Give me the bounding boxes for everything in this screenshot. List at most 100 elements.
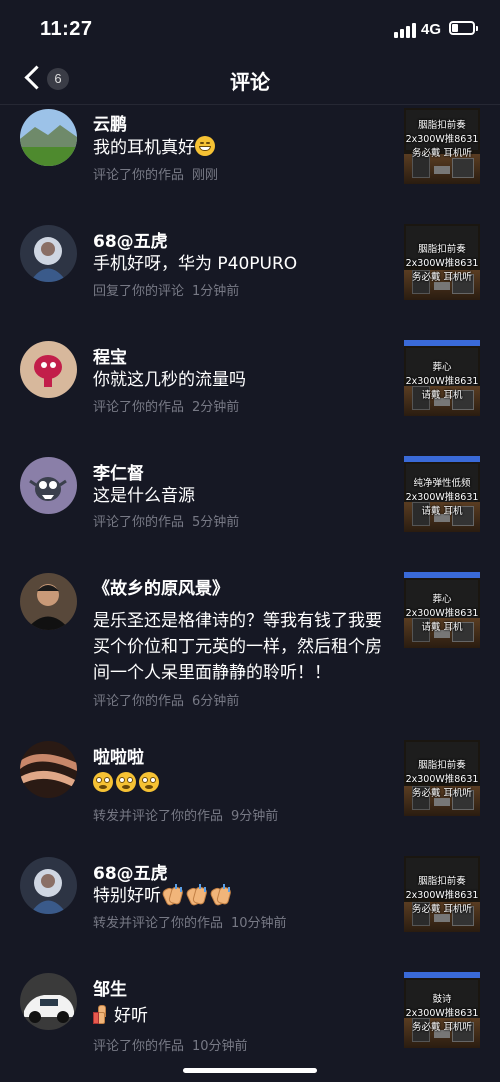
status-time: 11:27: [40, 18, 93, 40]
thumb-line: 胭脂扣前奏: [418, 876, 466, 887]
comment-body: 特别好听: [93, 886, 161, 906]
video-thumbnail[interactable]: 胭脂扣前奏 2x300W推8631 务必戴 耳机听: [404, 740, 480, 816]
thumb-line: 2x300W推8631: [405, 134, 479, 145]
username[interactable]: 啦啦啦: [93, 743, 144, 768]
comment-text: 是乐圣还是格律诗的？等我有钱了我要买个价位和丁元英的一样，然后租个房间一个人呆里…: [93, 611, 382, 683]
home-indicator[interactable]: [183, 1068, 317, 1073]
timestamp: 10分钟前: [231, 916, 287, 931]
thumbs-up-emoji-icon: [93, 1005, 111, 1024]
status-bar: 11:27 4G: [0, 0, 500, 56]
thumb-line: 请戴 耳机: [421, 390, 463, 401]
comment-text: [93, 772, 393, 796]
thumb-line: 胭脂扣前奏: [418, 760, 466, 771]
video-thumbnail[interactable]: 胭脂扣前奏 2x300W推8631 务必戴 耳机听: [404, 224, 480, 300]
signal-icon: [394, 22, 416, 38]
grin-emoji-icon: [195, 136, 215, 156]
avatar[interactable]: [20, 109, 77, 166]
comment-body: 好听: [114, 1006, 148, 1026]
meta: 评论了你的作品 6分钟前: [93, 690, 239, 709]
action-text: 评论了你的作品: [93, 168, 185, 183]
flushed-emoji-icon: [93, 772, 113, 792]
thumb-line: 胭脂扣前奏: [418, 120, 466, 131]
username[interactable]: 68@五虎: [93, 859, 168, 884]
thumb-line: 2x300W推8631: [405, 492, 479, 503]
clap-emoji-icon: [208, 884, 232, 907]
video-thumbnail[interactable]: 胭脂扣前奏 2x300W推8631 务必戴 耳机听: [404, 856, 480, 932]
thumb-line: 务必戴 耳机听: [411, 1022, 473, 1033]
battery-icon: [449, 21, 478, 35]
meta: 转发并评论了你的作品 10分钟前: [93, 912, 287, 931]
avatar[interactable]: [20, 573, 77, 630]
thumb-line: 2x300W推8631: [405, 1008, 479, 1019]
action-text: 转发并评论了你的作品: [93, 809, 224, 824]
video-thumbnail[interactable]: 葬心 2x300W推8631 请戴 耳机: [404, 340, 480, 416]
avatar[interactable]: [20, 741, 77, 798]
thumb-line: 2x300W推8631: [405, 376, 479, 387]
comment-text: 手机好呀，华为 P40PURO: [93, 254, 298, 274]
clap-emoji-icon: [160, 884, 184, 907]
thumb-line: 鼓诗: [432, 994, 452, 1005]
timestamp: 6分钟前: [192, 694, 240, 709]
flushed-emoji-icon: [116, 772, 136, 792]
action-text: 评论了你的作品: [93, 400, 185, 415]
video-thumbnail[interactable]: 鼓诗 2x300W推8631 务必戴 耳机听: [404, 972, 480, 1048]
username[interactable]: 李仁督: [93, 459, 144, 484]
comment-text: 我的耳机真好: [93, 136, 393, 160]
thumb-line: 请戴 耳机: [421, 622, 463, 633]
nav-divider: [0, 104, 500, 105]
comment-text: 好听: [93, 1004, 393, 1028]
thumb-line: 葬心: [432, 594, 452, 605]
username[interactable]: 程宝: [93, 343, 127, 368]
timestamp: 5分钟前: [192, 515, 240, 530]
meta: 回复了你的评论 1分钟前: [93, 280, 239, 299]
thumb-line: 2x300W推8631: [405, 774, 479, 785]
comment-text: 特别好听: [93, 884, 393, 908]
action-text: 回复了你的评论: [93, 284, 185, 299]
timestamp: 刚刚: [192, 168, 219, 183]
thumb-line: 2x300W推8631: [405, 258, 479, 269]
avatar[interactable]: [20, 973, 77, 1030]
avatar[interactable]: [20, 225, 77, 282]
meta: 转发并评论了你的作品 9分钟前: [93, 805, 278, 824]
thumb-line: 请戴 耳机: [421, 506, 463, 517]
thumb-line: 务必戴 耳机听: [411, 148, 473, 159]
timestamp: 9分钟前: [231, 809, 279, 824]
page-title: 评论: [230, 70, 270, 94]
avatar[interactable]: [20, 341, 77, 398]
thumb-line: 2x300W推8631: [405, 608, 479, 619]
action-text: 转发并评论了你的作品: [93, 916, 224, 931]
thumb-line: 胭脂扣前奏: [418, 244, 466, 255]
action-text: 评论了你的作品: [93, 515, 185, 530]
timestamp: 10分钟前: [192, 1039, 248, 1054]
comment-text: 这是什么音源: [93, 486, 195, 506]
meta: 评论了你的作品 2分钟前: [93, 396, 239, 415]
action-text: 评论了你的作品: [93, 694, 185, 709]
thumb-line: 葬心: [432, 362, 452, 373]
meta: 评论了你的作品 10分钟前: [93, 1035, 248, 1054]
timestamp: 1分钟前: [192, 284, 240, 299]
video-thumbnail[interactable]: 胭脂扣前奏 2x300W推8631 务必戴 耳机听: [404, 108, 480, 184]
avatar[interactable]: [20, 457, 77, 514]
action-text: 评论了你的作品: [93, 1039, 185, 1054]
thumb-line: 务必戴 耳机听: [411, 272, 473, 283]
video-thumbnail[interactable]: 葬心 2x300W推8631 请戴 耳机: [404, 572, 480, 648]
flushed-emoji-icon: [139, 772, 159, 792]
meta: 评论了你的作品 5分钟前: [93, 511, 239, 530]
username[interactable]: 邹生: [93, 975, 127, 1000]
timestamp: 2分钟前: [192, 400, 240, 415]
thumb-line: 务必戴 耳机听: [411, 788, 473, 799]
meta: 评论了你的作品 刚刚: [93, 164, 218, 183]
username[interactable]: 云鹏: [93, 110, 127, 135]
network-label: 4G: [421, 21, 442, 38]
clap-emoji-icon: [184, 884, 208, 907]
thumb-line: 2x300W推8631: [405, 890, 479, 901]
thumb-line: 纯净弹性低频: [413, 478, 471, 489]
comment-body: 我的耳机真好: [93, 138, 195, 158]
username[interactable]: 《故乡的原风景》: [93, 574, 229, 599]
comment-text: 你就这几秒的流量吗: [93, 370, 246, 390]
video-thumbnail[interactable]: 纯净弹性低频 2x300W推8631 请戴 耳机: [404, 456, 480, 532]
thumb-line: 务必戴 耳机听: [411, 904, 473, 915]
nav-bar: 6 评论: [0, 56, 500, 104]
avatar[interactable]: [20, 857, 77, 914]
username[interactable]: 68@五虎: [93, 227, 168, 252]
